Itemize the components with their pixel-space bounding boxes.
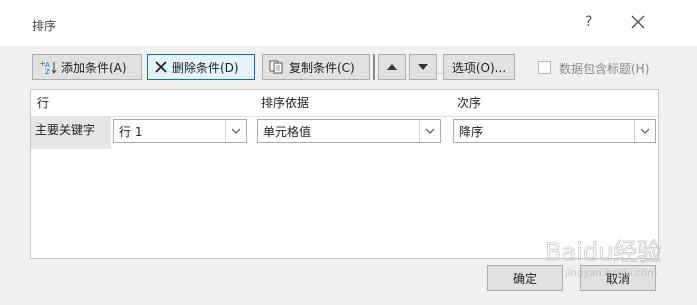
title-bar: 排序 ? (0, 0, 697, 46)
column-header-row: 行 (37, 96, 50, 110)
delete-condition-button[interactable]: 删除条件(D) (147, 54, 255, 80)
column-header-order: 次序 (457, 96, 482, 110)
order-select-value: 降序 (459, 124, 484, 139)
sort-on-select[interactable]: 单元格值 (257, 119, 441, 143)
copy-condition-label: 复制条件(C) (289, 60, 355, 75)
add-condition-label: 添加条件(A) (61, 60, 127, 75)
column-header-sort-on: 排序依据 (261, 96, 310, 110)
close-icon[interactable] (628, 12, 648, 32)
chevron-down-icon[interactable] (225, 120, 246, 142)
add-level-icon: + A Z (39, 59, 57, 75)
help-button[interactable]: ? (585, 14, 592, 30)
baidu-jingyan-watermark: Baidu经验 jingyan.baidu.com (545, 238, 662, 279)
delete-x-icon (154, 60, 168, 74)
header-divider (31, 116, 658, 117)
sort-dialog: 排序 ? + A Z 添加条件(A) 删除条件(D) 复制条件(C) 选项(O)… (0, 0, 697, 305)
primary-key-label: 主要关键字 (35, 123, 96, 137)
copy-icon (269, 60, 285, 74)
triangle-down-icon (418, 64, 428, 70)
toolbar-separator (373, 54, 375, 80)
add-condition-button[interactable]: + A Z 添加条件(A) (32, 54, 142, 80)
row-select-value: 行 1 (119, 124, 143, 139)
toolbar: + A Z 添加条件(A) 删除条件(D) 复制条件(C) 选项(O)... 数… (0, 50, 697, 86)
header-checkbox[interactable] (538, 61, 551, 74)
chevron-down-icon[interactable] (419, 120, 440, 142)
watermark-url: jingyan.baidu.com (564, 268, 657, 279)
copy-condition-button[interactable]: 复制条件(C) (262, 54, 370, 80)
chevron-down-icon[interactable] (634, 120, 655, 142)
options-button[interactable]: 选项(O)... (443, 54, 515, 80)
move-down-button[interactable] (409, 54, 437, 80)
move-up-button[interactable] (378, 54, 406, 80)
svg-text:Z: Z (45, 68, 50, 75)
order-select[interactable]: 降序 (453, 119, 656, 143)
sort-on-select-value: 单元格值 (263, 124, 312, 139)
delete-condition-label: 删除条件(D) (172, 60, 239, 75)
watermark-text: Baidu经验 (545, 238, 661, 266)
options-label: 选项(O)... (451, 60, 507, 75)
row-select[interactable]: 行 1 (113, 119, 247, 143)
ok-label: 确定 (512, 271, 537, 286)
header-checkbox-label: 数据包含标题(H) (559, 62, 650, 76)
triangle-up-icon (387, 64, 397, 70)
dialog-title: 排序 (32, 19, 57, 33)
